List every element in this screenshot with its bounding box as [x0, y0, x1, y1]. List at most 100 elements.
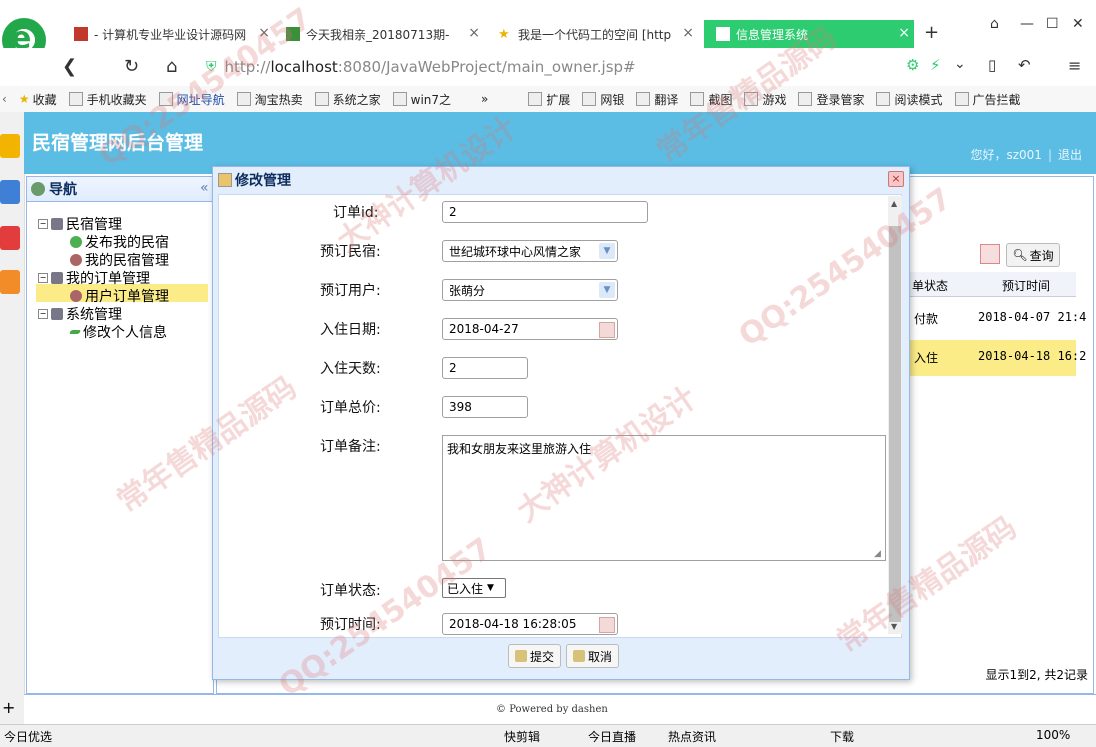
- more-icon[interactable]: »: [481, 92, 488, 106]
- dialog-close-icon[interactable]: ×: [888, 171, 904, 187]
- window-close-icon[interactable]: ✕: [1072, 16, 1084, 32]
- extension-item[interactable]: 扩展: [528, 91, 570, 108]
- collapse-toggle-icon[interactable]: −: [38, 219, 48, 229]
- tree-node-profile[interactable]: 修改个人信息: [68, 322, 167, 342]
- url-host: localhost: [270, 58, 338, 76]
- calendar-icon[interactable]: [599, 617, 615, 633]
- user-label: 预订用户:: [320, 283, 381, 299]
- checkin-date-input[interactable]: 2018-04-27: [442, 318, 618, 340]
- close-icon[interactable]: ×: [682, 25, 694, 41]
- chevron-left-icon[interactable]: ‹: [2, 92, 7, 106]
- homestay-select[interactable]: 世纪城环球中心风情之家 ▼: [442, 240, 618, 262]
- chevron-down-icon[interactable]: ▼: [599, 282, 615, 298]
- maximize-icon[interactable]: ☐: [1046, 16, 1059, 32]
- computer-icon: [51, 272, 63, 284]
- extension-item[interactable]: 网银: [582, 91, 624, 108]
- home-icon[interactable]: ⌂: [166, 56, 177, 77]
- extension-item[interactable]: 阅读模式: [876, 91, 943, 108]
- add-icon[interactable]: +: [2, 698, 15, 717]
- pager-info: 显示1到2, 共2记录: [985, 668, 1088, 682]
- speed-icon[interactable]: ⚙: [906, 56, 919, 74]
- extension-item[interactable]: 翻译: [636, 91, 678, 108]
- cancel-button[interactable]: 取消: [566, 644, 620, 668]
- chevron-down-icon[interactable]: ⌄: [954, 56, 966, 72]
- total-input[interactable]: 398: [442, 396, 528, 418]
- reload-icon[interactable]: ↻: [124, 56, 139, 77]
- calendar-icon[interactable]: [980, 244, 1000, 264]
- status-item[interactable]: 快剪辑: [504, 728, 540, 745]
- remark-textarea[interactable]: 我和女朋友来这里旅游入住: [442, 435, 886, 561]
- close-icon[interactable]: ×: [258, 25, 270, 41]
- scroll-thumb[interactable]: [889, 226, 901, 622]
- bookmark-item[interactable]: 系统之家: [314, 91, 381, 108]
- tree-node-my-homestay[interactable]: 我的民宿管理: [70, 250, 169, 270]
- url-field[interactable]: ⛨ http://localhost:8080/JavaWebProject/m…: [206, 55, 946, 79]
- status-item[interactable]: 热点资讯: [668, 728, 716, 745]
- tree-node-user-orders[interactable]: 用户订单管理: [70, 286, 169, 306]
- collapse-icon[interactable]: «: [200, 180, 209, 196]
- tree-node-publish[interactable]: 发布我的民宿: [70, 232, 169, 252]
- chevron-down-icon[interactable]: ▼: [599, 243, 615, 259]
- tree-node-system[interactable]: − 系统管理: [38, 304, 122, 324]
- back-icon[interactable]: ❮: [62, 56, 77, 77]
- total-label: 订单总价:: [320, 400, 381, 416]
- days-input[interactable]: 2: [442, 357, 528, 379]
- lightning-icon[interactable]: ⚡: [930, 56, 941, 74]
- menu-icon[interactable]: ≡: [1068, 56, 1081, 75]
- extension-item[interactable]: 截图: [690, 91, 732, 108]
- close-icon[interactable]: ×: [468, 25, 480, 41]
- bank-icon: [582, 92, 597, 106]
- status-item[interactable]: 下载: [830, 728, 854, 745]
- logout-link[interactable]: 退出: [1058, 148, 1082, 162]
- mail-icon[interactable]: [0, 270, 20, 294]
- calendar-icon[interactable]: [599, 322, 615, 338]
- search-button[interactable]: 🔍︎ 查询: [1006, 243, 1060, 267]
- zoom-level[interactable]: 100%: [1036, 728, 1070, 742]
- favorites-icon[interactable]: [0, 134, 20, 158]
- game-icon: [744, 92, 759, 106]
- bookmark-item[interactable]: 手机收藏夹: [68, 91, 147, 108]
- remark-label: 订单备注:: [320, 439, 381, 455]
- resize-handle-icon[interactable]: ◢: [874, 549, 881, 559]
- bookmark-item[interactable]: win7之: [392, 91, 451, 108]
- order-time-input[interactable]: 2018-04-18 16:28:05: [442, 613, 618, 635]
- weibo-icon[interactable]: [0, 226, 20, 250]
- tab-2[interactable]: 今天我相亲_20180713期- ×: [286, 20, 484, 48]
- collapse-toggle-icon[interactable]: −: [38, 309, 48, 319]
- extension-item[interactable]: 登录管家: [798, 91, 864, 108]
- tab-4-active[interactable]: 信息管理系统 ×: [704, 20, 914, 48]
- dialog-title: 修改管理: [218, 170, 291, 190]
- bookmark-item[interactable]: 网址导航: [158, 91, 225, 108]
- order-id-input[interactable]: 2: [442, 201, 648, 223]
- tab-3[interactable]: ★ 我是一个代码工的空间 [http ×: [498, 20, 698, 48]
- submit-button[interactable]: 提交: [508, 644, 562, 668]
- scroll-up-icon[interactable]: ▲: [891, 199, 897, 208]
- list-icon[interactable]: [0, 180, 20, 204]
- extension-item[interactable]: 游戏: [744, 91, 786, 108]
- extension-item[interactable]: 广告拦截: [954, 91, 1021, 108]
- tree-node-my-orders[interactable]: − 我的订单管理: [38, 268, 150, 288]
- tab-label: 今天我相亲_20180713期-: [306, 27, 450, 42]
- status-left[interactable]: 今日优选: [4, 728, 52, 745]
- user-select[interactable]: 张萌分 ▼: [442, 279, 618, 301]
- bookmark-item[interactable]: 淘宝热卖: [236, 91, 303, 108]
- url-prefix: http://: [224, 58, 271, 76]
- scroll-down-icon[interactable]: ▼: [891, 622, 897, 631]
- new-tab-icon[interactable]: +: [924, 22, 939, 43]
- tab-favicon-icon: [74, 27, 88, 41]
- minimize-icon[interactable]: —: [1020, 16, 1034, 32]
- mobile-icon[interactable]: ▯: [988, 56, 996, 74]
- collapse-toggle-icon[interactable]: −: [38, 273, 48, 283]
- status-select[interactable]: 已入住 ▼: [442, 578, 506, 598]
- column-header-time[interactable]: 预订时间: [1002, 277, 1050, 294]
- skin-icon[interactable]: ⌂: [990, 16, 999, 32]
- tab-favicon-icon: [286, 27, 300, 41]
- column-header-status[interactable]: 单状态: [912, 277, 948, 294]
- nav-header: 导航: [27, 177, 213, 202]
- bookmark-item[interactable]: ★ 收藏: [19, 91, 57, 108]
- status-item[interactable]: 今日直播: [588, 728, 636, 745]
- close-icon[interactable]: ×: [898, 25, 910, 41]
- undo-icon[interactable]: ↶: [1018, 56, 1031, 74]
- tree-node-homestay[interactable]: − 民宿管理: [38, 214, 122, 234]
- tab-1[interactable]: - 计算机专业毕业设计源码网 ×: [74, 20, 274, 48]
